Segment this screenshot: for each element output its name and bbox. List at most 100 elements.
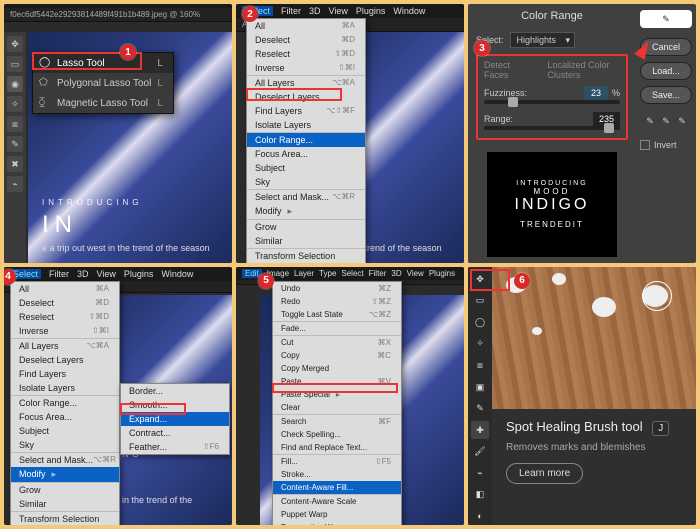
menu-item[interactable]: Deselect⌘D <box>11 296 119 310</box>
marquee-tool-icon[interactable]: ▭ <box>7 56 23 72</box>
brush-tool-icon[interactable]: 🖌 <box>471 443 489 461</box>
lasso-tool-icon[interactable]: ◉ <box>7 76 23 92</box>
menu-item[interactable]: Modify <box>11 467 119 482</box>
spot-heal-tool-icon[interactable]: ✚ <box>471 421 489 439</box>
menu-view[interactable]: View <box>329 6 348 16</box>
move-tool-icon[interactable]: ✥ <box>7 36 23 52</box>
menu-item[interactable]: Find Layers⌥⇧⌘F <box>247 104 365 118</box>
menu-item[interactable]: Toggle Last State⌥⌘Z <box>273 308 401 321</box>
menu-view[interactable]: View <box>97 269 116 279</box>
menu-filter[interactable]: Filter <box>49 269 69 279</box>
menu-item[interactable]: Border... <box>121 384 229 398</box>
menu-item[interactable]: Content-Aware Scale <box>273 494 401 508</box>
menu-item[interactable]: Similar <box>11 497 119 511</box>
menu-window[interactable]: Window <box>161 269 193 279</box>
eyedropper-sub-icon[interactable]: ✎ <box>675 114 689 128</box>
menu-item[interactable]: Copy⌘C <box>273 349 401 362</box>
menu-item[interactable]: Similar <box>247 234 365 248</box>
menu-select[interactable]: Select <box>341 269 363 278</box>
menu-item[interactable]: Inverse⇧⌘I <box>247 61 365 75</box>
menu-item[interactable]: Clear <box>273 401 401 414</box>
select-dropdown[interactable]: Highlights <box>510 32 576 48</box>
flyout-item-polygonal[interactable]: ⬠ Polygonal Lasso Tool L <box>33 73 173 93</box>
eyedropper-tool-icon[interactable]: ✎ <box>471 400 489 418</box>
clone-tool-icon[interactable]: ⌁ <box>471 464 489 482</box>
menu-item[interactable]: Modify <box>247 204 365 219</box>
menu-item[interactable]: Deselect Layers <box>11 353 119 367</box>
menu-view[interactable]: View <box>407 269 424 278</box>
menu-3d[interactable]: 3D <box>391 269 401 278</box>
menu-item[interactable]: Check Spelling... <box>273 428 401 441</box>
menu-item[interactable]: Transform Selection <box>247 248 365 263</box>
menu-item[interactable]: All Layers⌥⌘A <box>11 338 119 353</box>
menu-item[interactable]: Isolate Layers <box>247 118 365 132</box>
load-button[interactable]: Load... <box>640 62 692 80</box>
menu-3d[interactable]: 3D <box>77 269 89 279</box>
menu-item[interactable]: Sky <box>247 175 365 189</box>
menu-item[interactable]: Stroke... <box>273 468 401 481</box>
eyedropper-add-icon[interactable]: ✎ <box>659 114 673 128</box>
wand-tool-icon[interactable]: ✧ <box>7 96 23 112</box>
menu-item[interactable]: Grow <box>247 219 365 234</box>
menu-layer[interactable]: Layer <box>294 269 314 278</box>
fuzziness-value[interactable]: 23 <box>584 86 608 100</box>
menu-item[interactable]: Copy Merged <box>273 362 401 375</box>
eraser-tool-icon[interactable]: ◧ <box>471 486 489 504</box>
menu-item[interactable]: Sky <box>11 438 119 452</box>
menu-item[interactable]: Reselect⇧⌘D <box>247 47 365 61</box>
menu-filter[interactable]: Filter <box>281 6 301 16</box>
menu-item[interactable]: Focus Area... <box>247 147 365 161</box>
menu-item[interactable]: Select and Mask...⌥⌘R <box>247 189 365 204</box>
menu-filter[interactable]: Filter <box>369 269 387 278</box>
clone-tool-icon[interactable]: ⌁ <box>7 176 23 192</box>
menu-item[interactable]: Find and Replace Text... <box>273 441 401 454</box>
menu-item[interactable]: Cut⌘X <box>273 335 401 349</box>
menu-item[interactable]: Undo⌘Z <box>273 282 401 295</box>
menu-item[interactable]: Grow <box>11 482 119 497</box>
menu-item[interactable]: Perspective Warp <box>273 521 401 526</box>
marquee-tool-icon[interactable]: ▭ <box>471 292 489 310</box>
range-slider[interactable] <box>484 126 620 130</box>
menu-type[interactable]: Type <box>319 269 336 278</box>
flyout-item-magnetic[interactable]: ⧲ Magnetic Lasso Tool L <box>33 93 173 113</box>
document-tab[interactable]: f0ec6df5442e29293814489f491b1b489.jpeg @… <box>4 8 232 22</box>
learn-more-button[interactable]: Learn more <box>506 463 583 484</box>
save-button[interactable]: Save... <box>640 86 692 104</box>
fuzziness-slider[interactable] <box>484 100 620 104</box>
menu-item[interactable]: Subject <box>247 161 365 175</box>
menu-item[interactable]: Transform Selection <box>11 511 119 526</box>
menu-plugins[interactable]: Plugins <box>429 269 455 278</box>
menu-item[interactable]: Color Range... <box>247 132 365 147</box>
menu-item[interactable]: Select and Mask...⌥⌘R <box>11 452 119 467</box>
menu-item[interactable]: Deselect⌘D <box>247 33 365 47</box>
eyedropper-icon[interactable]: ✎ <box>643 114 657 128</box>
eyedropper-tool-icon[interactable]: ✎ <box>7 136 23 152</box>
frame-tool-icon[interactable]: ▣ <box>471 378 489 396</box>
menu-item[interactable]: Fill...⇧F5 <box>273 454 401 468</box>
menu-item[interactable]: Redo⇧⌘Z <box>273 295 401 308</box>
menu-item[interactable]: Search⌘F <box>273 414 401 428</box>
wand-tool-icon[interactable]: ✧ <box>471 335 489 353</box>
crop-tool-icon[interactable]: ⧈ <box>7 116 23 132</box>
menu-item[interactable]: Subject <box>11 424 119 438</box>
menu-plugins[interactable]: Plugins <box>124 269 154 279</box>
brush-tool-icon[interactable]: ✖ <box>7 156 23 172</box>
menu-item[interactable]: Inverse⇧⌘I <box>11 324 119 338</box>
menu-item[interactable]: All⌘A <box>247 19 365 33</box>
invert-checkbox[interactable]: Invert <box>640 140 692 150</box>
menu-item[interactable]: Color Range... <box>11 395 119 410</box>
crop-tool-icon[interactable]: ⧈ <box>471 357 489 375</box>
menu-item[interactable]: Fade... <box>273 321 401 335</box>
menu-item[interactable]: Find Layers <box>11 367 119 381</box>
menu-item[interactable]: Contract... <box>121 426 229 440</box>
menu-item[interactable]: Feather...⇧F6 <box>121 440 229 454</box>
menu-item[interactable]: Puppet Warp <box>273 508 401 521</box>
menu-3d[interactable]: 3D <box>309 6 321 16</box>
menu-item[interactable]: Reselect⇧⌘D <box>11 310 119 324</box>
menu-window[interactable]: Window <box>393 6 425 16</box>
menu-item[interactable]: Isolate Layers <box>11 381 119 395</box>
menu-plugins[interactable]: Plugins <box>356 6 386 16</box>
menu-item[interactable]: Focus Area... <box>11 410 119 424</box>
lasso-tool-icon[interactable]: ◯ <box>471 314 489 332</box>
menu-item[interactable]: All⌘A <box>11 282 119 296</box>
